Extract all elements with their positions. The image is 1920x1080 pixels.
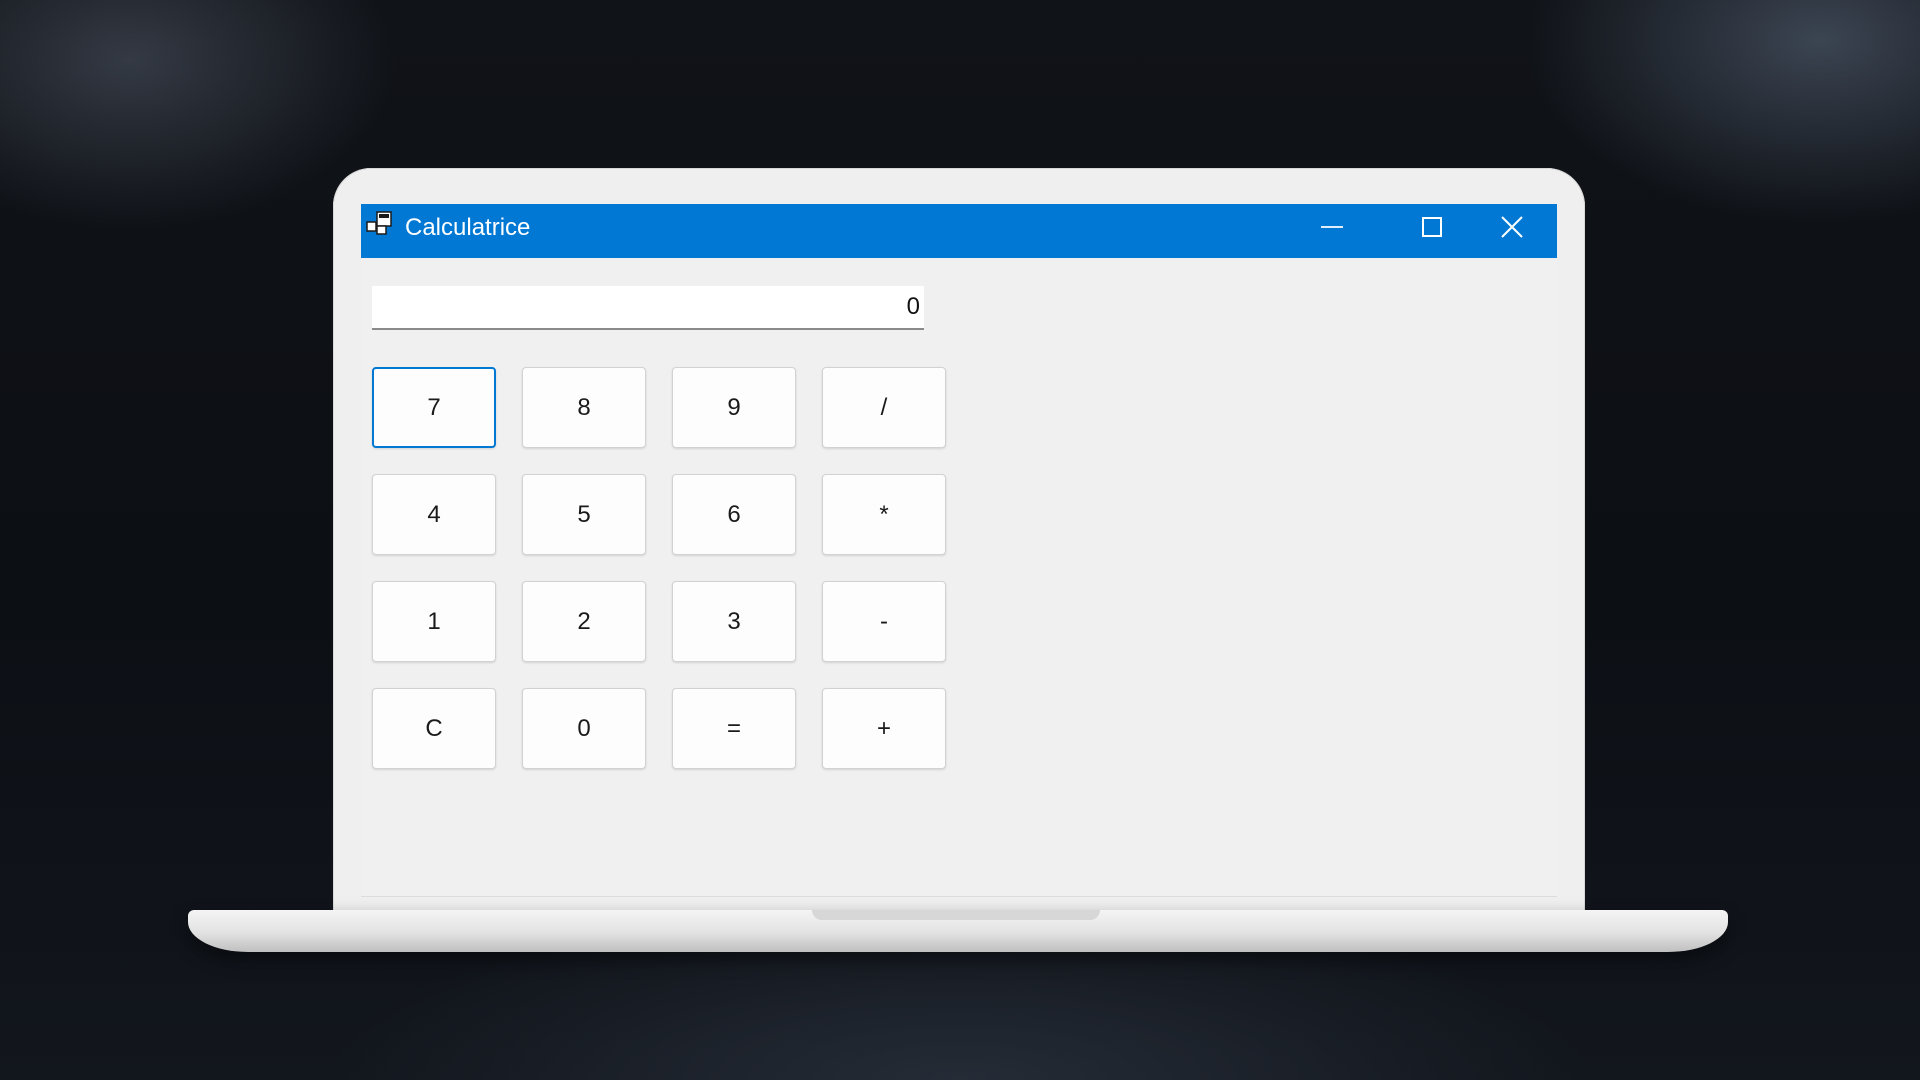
key-divide[interactable]: / <box>822 367 946 448</box>
maximize-button[interactable] <box>1387 204 1477 254</box>
key-9[interactable]: 9 <box>672 367 796 448</box>
minimize-button[interactable] <box>1287 204 1377 254</box>
key-8[interactable]: 8 <box>522 367 646 448</box>
window-title: Calculatrice <box>405 214 531 241</box>
key-0[interactable]: 0 <box>522 688 646 769</box>
close-icon <box>1500 215 1524 244</box>
maximize-icon <box>1421 216 1443 243</box>
key-4[interactable]: 4 <box>372 474 496 555</box>
title-bar[interactable]: Calculatrice <box>361 204 1557 258</box>
key-1[interactable]: 1 <box>372 581 496 662</box>
keypad: 7 8 9 / 4 5 6 * 1 2 3- C 0 = + <box>372 367 946 769</box>
key-5[interactable]: 5 <box>522 474 646 555</box>
result-display: 0 <box>372 286 924 330</box>
key-clear[interactable]: C <box>372 688 496 769</box>
calculator-window: Calculatrice 0 7 8 9 / 4 5 6 * 1 2 3 - C 0… <box>361 204 1557 897</box>
close-button[interactable] <box>1467 204 1557 254</box>
key-7[interactable]: 7 <box>372 367 496 448</box>
minimize-icon <box>1320 215 1344 244</box>
key-2[interactable]: 2 <box>522 581 646 662</box>
key-6[interactable]: 6 <box>672 474 796 555</box>
key-multiply[interactable]: * <box>822 474 946 555</box>
laptop-notch <box>812 910 1100 920</box>
key-add[interactable]: + <box>822 688 946 769</box>
key-subtract[interactable]: - <box>822 581 946 662</box>
key-equals[interactable]: = <box>672 688 796 769</box>
app-icon <box>365 210 395 240</box>
key-3[interactable]: 3 <box>672 581 796 662</box>
